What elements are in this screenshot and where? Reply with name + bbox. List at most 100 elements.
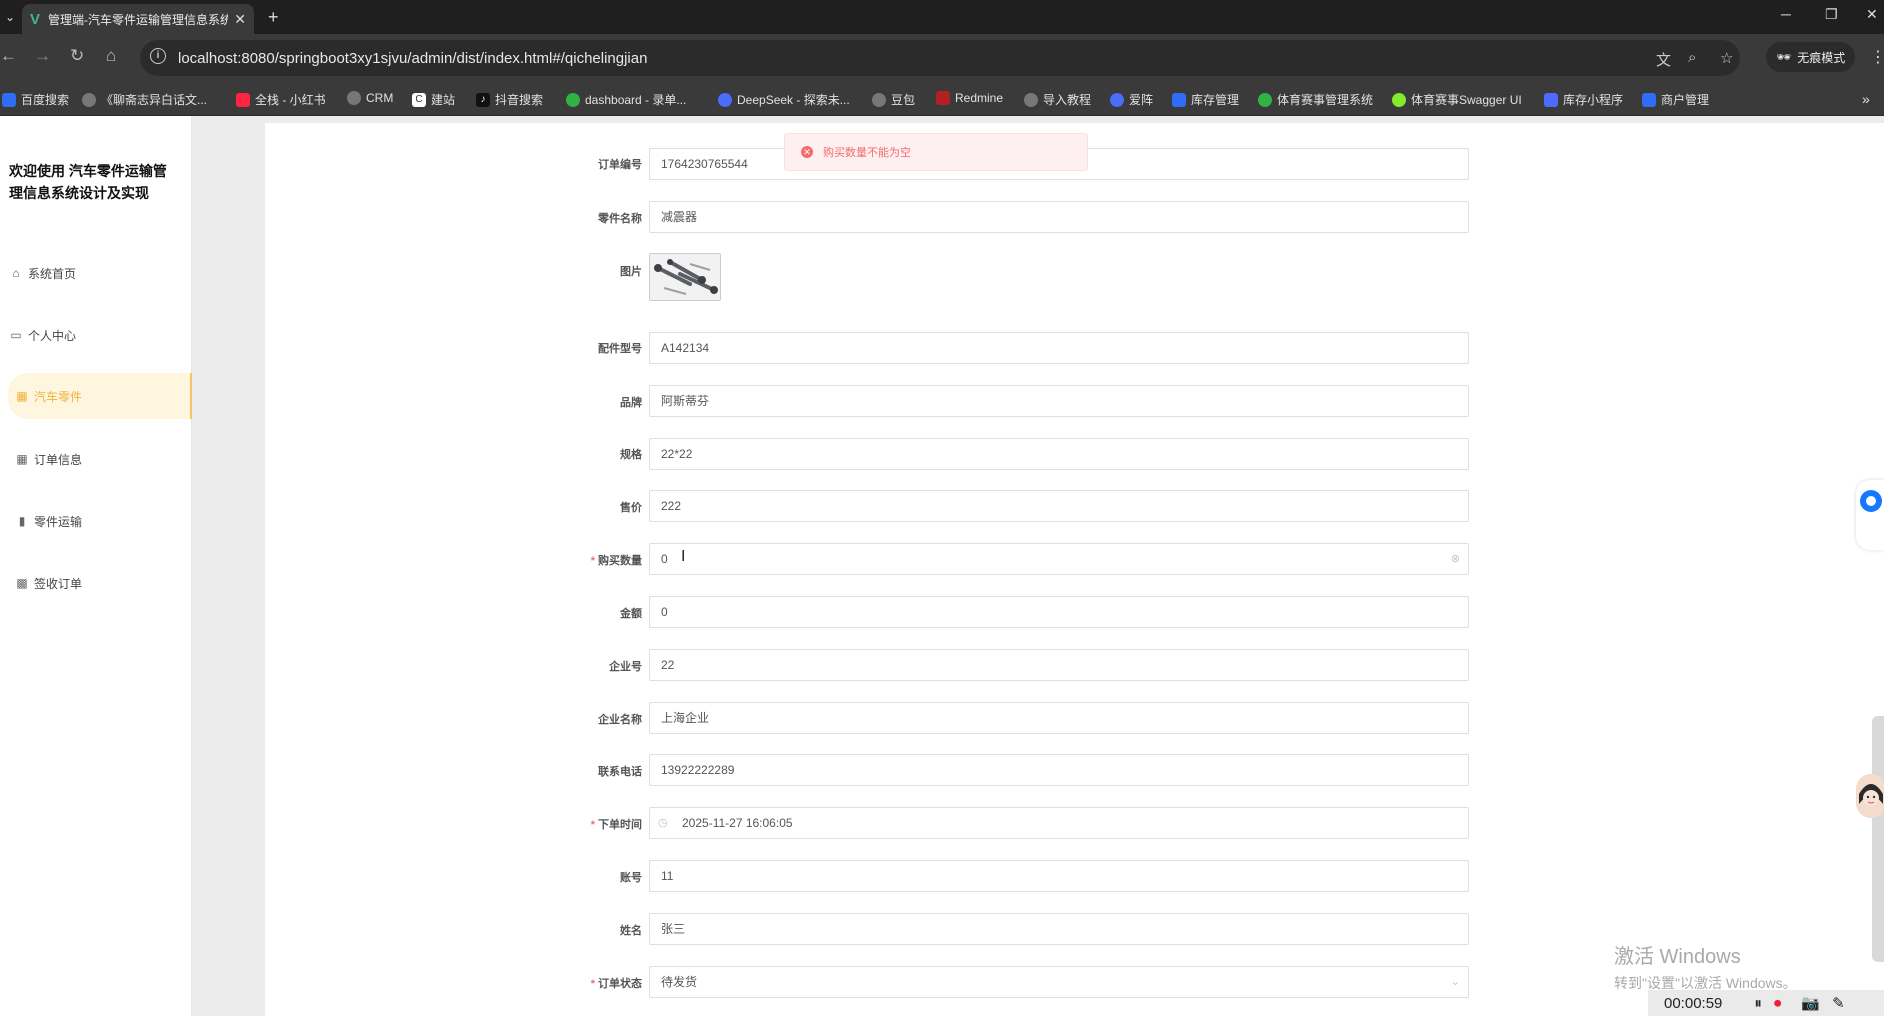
avatar[interactable]: [1856, 774, 1884, 818]
name-input[interactable]: 张三: [649, 913, 1469, 945]
incognito-label: 无痕模式: [1797, 50, 1846, 65]
tab-list-chevron-icon[interactable]: ⌄: [0, 0, 20, 34]
phone-input[interactable]: 13922222289: [649, 754, 1469, 786]
field-label: 购买数量: [598, 555, 642, 567]
bookmark-label: dashboard - 录单...: [585, 93, 687, 107]
field-label: 企业名称: [598, 714, 642, 726]
shock-absorber-image: [650, 254, 720, 300]
stop-record-icon[interactable]: ⏺: [1774, 995, 1782, 1012]
spec-input[interactable]: 22*22: [649, 438, 1469, 470]
bookmark-label: 《聊斋志异白话文...: [101, 93, 208, 107]
price-input[interactable]: 222: [649, 490, 1469, 522]
bookmarks-bar: 百度搜索 《聊斋志异白话文... 全栈 - 小红书 CRM C 建站 ♪ 抖音搜索 …: [0, 82, 1884, 116]
bookmark-favicon: [872, 92, 886, 107]
sidebar-item-home[interactable]: ⌂ 系统首页: [8, 250, 192, 296]
id-card-icon: ▭: [10, 328, 22, 342]
bookmark-item[interactable]: ♪ 抖音搜索: [476, 91, 543, 108]
activation-title: 激活 Windows: [1614, 946, 1741, 968]
bookmark-item[interactable]: 体育赛事管理系统: [1258, 91, 1373, 108]
home-icon[interactable]: ⌂: [106, 46, 116, 66]
bookmark-item[interactable]: 百度搜索: [2, 91, 69, 108]
bookmark-favicon: [1110, 92, 1124, 107]
site-info-icon[interactable]: i: [150, 48, 166, 64]
back-icon[interactable]: ←: [0, 46, 17, 66]
bookmark-item[interactable]: 全栈 - 小红书: [236, 91, 326, 108]
sidebar-item-auto-parts[interactable]: ▦ 汽车零件: [8, 373, 192, 419]
assistant-icon: [1860, 490, 1882, 512]
field-label: 订单编号: [598, 159, 642, 171]
bar-chart-icon: ▮: [18, 514, 26, 528]
field-label: 联系电话: [598, 766, 642, 778]
bookmark-item[interactable]: 库存小程序: [1544, 91, 1623, 108]
bookmark-item[interactable]: dashboard - 录单...: [566, 91, 686, 108]
bookmark-item[interactable]: 豆包: [872, 91, 915, 108]
bookmark-item[interactable]: 体育赛事Swagger UI: [1392, 91, 1522, 108]
bookmarks-overflow-icon[interactable]: »: [1862, 91, 1870, 107]
pause-icon[interactable]: ⏸: [1754, 995, 1762, 1012]
sidebar-item-orders[interactable]: ▦ 订单信息: [8, 436, 192, 482]
sidebar: 欢迎使用 汽车零件运输管理信息系统设计及实现 ⌂ 系统首页 ▭ 个人中心 ▦ 汽…: [0, 116, 192, 1016]
bookmark-label: 体育赛事管理系统: [1277, 93, 1374, 107]
url-text[interactable]: localhost:8080/springboot3xy1sjvu/admin/…: [178, 50, 647, 67]
new-tab-icon[interactable]: +: [268, 7, 279, 28]
bookmark-favicon: [1642, 92, 1656, 107]
bookmark-favicon: [936, 91, 950, 105]
sidebar-item-profile[interactable]: ▭ 个人中心: [8, 312, 192, 358]
browser-menu-icon[interactable]: ⋮: [1870, 47, 1884, 67]
bookmark-item[interactable]: 导入教程: [1024, 91, 1091, 108]
bookmark-item[interactable]: 爱阵: [1110, 91, 1153, 108]
bookmark-item[interactable]: 《聊斋志异白话文...: [82, 91, 207, 108]
company-number-input[interactable]: 22: [649, 649, 1469, 681]
bookmark-label: 抖音搜索: [495, 93, 544, 107]
part-image[interactable]: [649, 253, 721, 301]
amount-input[interactable]: 0: [649, 596, 1469, 628]
bookmark-label: 建站: [431, 93, 456, 107]
order-time-picker[interactable]: ◷ 2025-11-27 16:06:05: [649, 807, 1469, 839]
sidebar-item-label: 签收订单: [34, 576, 83, 591]
incognito-button[interactable]: 🕶 无痕模式: [1766, 42, 1856, 72]
side-toolbar-strip[interactable]: [1872, 716, 1884, 962]
bookmark-item[interactable]: DeepSeek - 探索未...: [718, 91, 850, 108]
reload-icon[interactable]: ↻: [70, 46, 84, 66]
sidebar-item-signed-orders[interactable]: ▩ 签收订单: [8, 560, 192, 606]
bookmark-favicon: [236, 92, 250, 107]
field-label: 下单时间: [598, 819, 642, 831]
part-model-input[interactable]: A142134: [649, 332, 1469, 364]
bookmark-favicon: C: [412, 92, 426, 107]
screen-recorder-bar: 00:00:59 ⏸ ⏺ 📷 ✎: [1648, 990, 1884, 1016]
pen-icon[interactable]: ✎: [1832, 994, 1845, 1012]
camera-icon[interactable]: 📷: [1801, 994, 1820, 1012]
bookmark-item[interactable]: CRM: [347, 91, 393, 105]
bookmark-item[interactable]: Redmine: [936, 91, 1003, 105]
address-bar[interactable]: i localhost:8080/springboot3xy1sjvu/admi…: [140, 40, 1740, 76]
order-status-value: 待发货: [661, 975, 698, 989]
bookmark-favicon: [2, 92, 16, 107]
minimize-icon[interactable]: ─: [1781, 6, 1791, 22]
browser-tab-active[interactable]: V 管理端-汽车零件运输管理信息系统 ✕: [22, 4, 254, 34]
tab-close-icon[interactable]: ✕: [234, 11, 246, 28]
company-name-input[interactable]: 上海企业: [649, 702, 1469, 734]
bookmark-favicon: [1392, 92, 1406, 107]
quantity-input[interactable]: 0 ⊗: [649, 543, 1469, 575]
floating-assistant-button[interactable]: [1856, 480, 1884, 550]
bookmark-item[interactable]: 库存管理: [1172, 91, 1239, 108]
bookmark-label: 百度搜索: [21, 93, 70, 107]
order-status-select[interactable]: 待发货 ⌄: [649, 966, 1469, 998]
forward-icon[interactable]: →: [34, 46, 51, 66]
bookmark-item[interactable]: C 建站: [412, 91, 455, 108]
zoom-icon[interactable]: ⌕: [1688, 49, 1696, 66]
bookmark-item[interactable]: 商户管理: [1642, 91, 1709, 108]
part-name-input[interactable]: 减震器: [649, 201, 1469, 233]
error-circle-icon: ✕: [801, 146, 813, 158]
restore-icon[interactable]: ❐: [1825, 6, 1838, 23]
bookmark-label: 全栈 - 小红书: [255, 93, 326, 107]
grid9-icon: ▩: [16, 576, 28, 590]
translate-icon[interactable]: 文: [1656, 49, 1671, 70]
windows-activation-watermark: 激活 Windows 转到"设置"以激活 Windows。: [1614, 940, 1797, 993]
clear-icon[interactable]: ⊗: [1451, 544, 1460, 574]
account-input[interactable]: 11: [649, 860, 1469, 892]
sidebar-item-transport[interactable]: ▮ 零件运输: [8, 498, 192, 544]
close-window-icon[interactable]: ✕: [1866, 6, 1878, 23]
brand-input[interactable]: 阿斯蒂芬: [649, 385, 1469, 417]
bookmark-star-icon[interactable]: ☆: [1720, 49, 1733, 67]
